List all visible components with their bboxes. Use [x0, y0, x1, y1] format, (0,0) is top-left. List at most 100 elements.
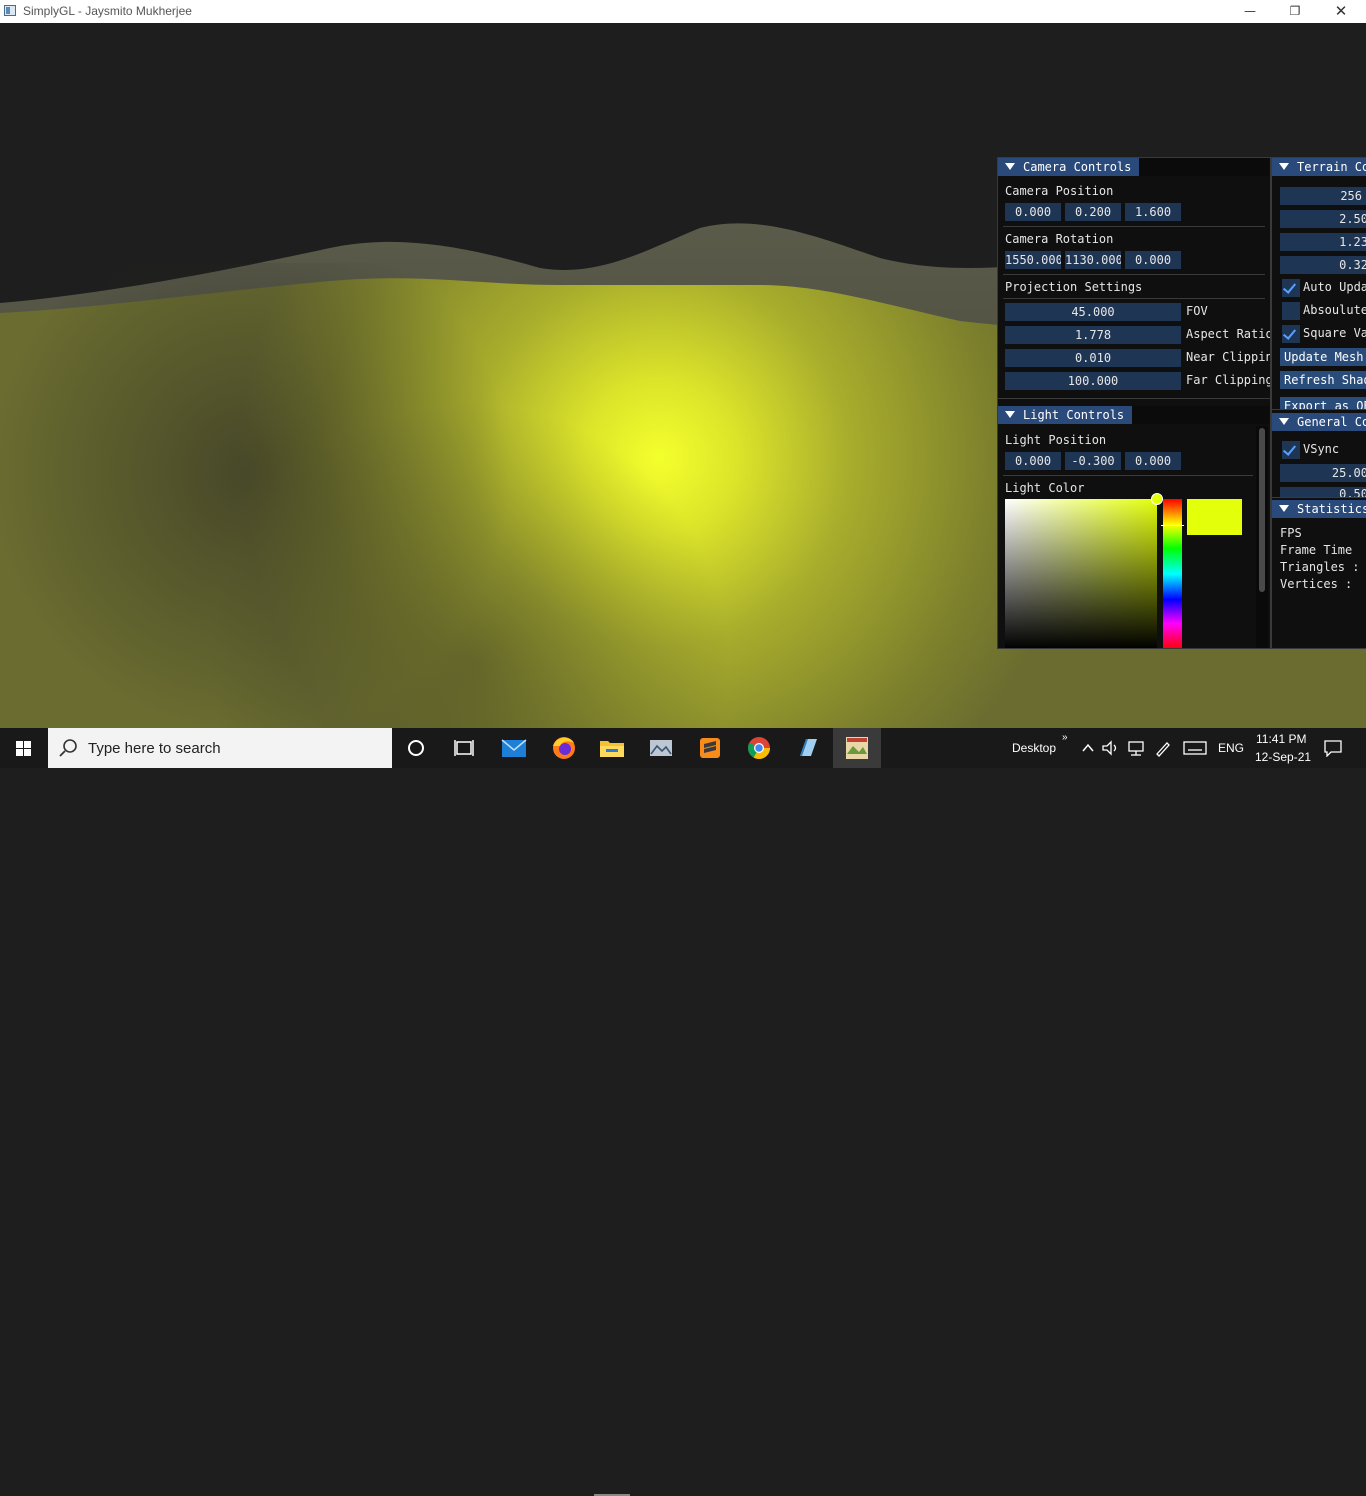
- dock-divider: [1272, 409, 1366, 410]
- light-color-label: Light Color: [1005, 481, 1085, 495]
- language-indicator[interactable]: ENG: [1218, 741, 1244, 755]
- auto-update-checkbox[interactable]: [1282, 279, 1300, 297]
- keyboard-icon[interactable]: [1183, 740, 1207, 756]
- chevron-more-icon[interactable]: »: [1062, 732, 1068, 743]
- far-clipping-label: Far Clipping: [1186, 373, 1271, 387]
- near-clipping-label: Near Clipping: [1186, 350, 1271, 364]
- light-color-swatch[interactable]: [1187, 499, 1242, 535]
- statistics-titlebar[interactable]: Statistics: [1272, 500, 1366, 518]
- cortana-button[interactable]: [392, 728, 440, 768]
- light-position-label: Light Position: [1005, 433, 1107, 447]
- camera-rotation-y-field[interactable]: 1130.000: [1065, 251, 1121, 269]
- general-value-field[interactable]: 25.00: [1280, 464, 1366, 482]
- statistics-title: Statistics: [1297, 502, 1366, 516]
- title-bar: SimplyGL - Jaysmito Mukherjee — ❐ ✕: [0, 0, 1366, 23]
- terrain-controls-titlebar[interactable]: Terrain Controls: [1272, 158, 1366, 176]
- clock-time[interactable]: 11:41 PM: [1256, 732, 1306, 746]
- check-icon: [1282, 442, 1297, 456]
- collapse-arrow-icon[interactable]: [1005, 411, 1015, 418]
- color-picker-handle[interactable]: [1151, 493, 1163, 505]
- chrome-app[interactable]: [735, 728, 783, 768]
- frame-time-stat: Frame Time: [1280, 543, 1353, 557]
- file-explorer-icon: [600, 741, 624, 757]
- show-desktop-button[interactable]: [1360, 728, 1366, 768]
- scrollbar-thumb[interactable]: [1259, 428, 1265, 592]
- light-controls-titlebar[interactable]: Light Controls: [998, 406, 1270, 424]
- close-button[interactable]: ✕: [1318, 0, 1364, 23]
- hue-slider-marker[interactable]: [1161, 525, 1184, 526]
- terrain-controls-window[interactable]: Terrain Controls 256 2.50 1.23 0.32 Auto…: [1271, 157, 1366, 649]
- volume-icon[interactable]: [1101, 739, 1121, 757]
- refresh-shaders-button[interactable]: Refresh Shaders: [1280, 371, 1366, 389]
- light-position-z-field[interactable]: 0.000: [1125, 452, 1181, 470]
- clock-date[interactable]: 12-Sep-21: [1255, 750, 1311, 764]
- scale-field[interactable]: 2.50: [1280, 210, 1366, 228]
- desktop-toolbar-label[interactable]: Desktop: [1012, 741, 1056, 755]
- general-controls-title: General Controls: [1297, 415, 1366, 429]
- network-icon[interactable]: [1126, 739, 1146, 757]
- chrome-icon: [748, 737, 770, 759]
- close-icon: ✕: [1334, 2, 1348, 20]
- separator: [1003, 226, 1265, 227]
- taskbar: Type here to search Desktop » ENG 11:41 …: [0, 728, 1366, 1496]
- minimize-icon: —: [1244, 4, 1256, 18]
- sublime-text-icon: [700, 738, 720, 758]
- light-position-x-field[interactable]: 0.000: [1005, 452, 1061, 470]
- strength-field[interactable]: 0.32: [1280, 256, 1366, 274]
- general-controls-titlebar[interactable]: General Controls: [1272, 413, 1366, 431]
- task-view-icon: [454, 740, 474, 756]
- pen-workspace-icon[interactable]: [1153, 739, 1173, 757]
- window-title: SimplyGL - Jaysmito Mukherjee: [23, 4, 192, 18]
- aspect-ratio-field[interactable]: 1.778: [1005, 326, 1181, 344]
- vsync-checkbox[interactable]: [1282, 441, 1300, 459]
- projection-settings-label: Projection Settings: [1005, 280, 1143, 294]
- terrain-app-icon: [846, 737, 868, 759]
- restore-button[interactable]: ❐: [1272, 0, 1318, 23]
- far-clipping-field[interactable]: 100.000: [1005, 372, 1181, 390]
- color-saturation-value-picker[interactable]: [1005, 499, 1157, 648]
- near-clipping-field[interactable]: 0.010: [1005, 349, 1181, 367]
- hue-slider[interactable]: [1163, 499, 1182, 648]
- export-obj-button[interactable]: Export as OBJ: [1280, 397, 1366, 409]
- firefox-app[interactable]: [540, 728, 588, 768]
- cortana-icon: [408, 740, 424, 756]
- terrain-controls-title: Terrain Controls: [1297, 160, 1366, 174]
- separator: [1003, 274, 1265, 275]
- notepad-app[interactable]: [784, 728, 832, 768]
- terrain-app[interactable]: [833, 728, 881, 768]
- search-box[interactable]: Type here to search: [48, 728, 392, 768]
- collapse-arrow-icon[interactable]: [1279, 505, 1289, 512]
- task-view-button[interactable]: [440, 728, 488, 768]
- camera-rotation-z-field[interactable]: 0.000: [1125, 251, 1181, 269]
- show-hidden-icons-icon[interactable]: [1080, 740, 1096, 756]
- mail-icon: [501, 739, 527, 757]
- camera-position-z-field[interactable]: 1.600: [1125, 203, 1181, 221]
- resolution-field[interactable]: 256: [1280, 187, 1366, 205]
- collapse-arrow-icon[interactable]: [1279, 163, 1289, 170]
- update-mesh-button[interactable]: Update Mesh: [1280, 348, 1366, 366]
- render-viewport[interactable]: Camera Controls Camera Position 0.000 0.…: [0, 23, 1366, 728]
- sublime-text-app[interactable]: [686, 728, 734, 768]
- collapse-arrow-icon[interactable]: [1005, 163, 1015, 170]
- camera-controls-window[interactable]: Camera Controls Camera Position 0.000 0.…: [997, 157, 1271, 649]
- minimize-button[interactable]: —: [1227, 0, 1273, 23]
- photos-app[interactable]: [637, 728, 685, 768]
- file-explorer-app[interactable]: [588, 728, 636, 768]
- square-value-checkbox[interactable]: [1282, 325, 1300, 343]
- general-value-field-2[interactable]: 0.50: [1280, 487, 1366, 497]
- start-button[interactable]: [0, 728, 48, 768]
- camera-position-y-field[interactable]: 0.200: [1065, 203, 1121, 221]
- collapse-arrow-icon[interactable]: [1279, 418, 1289, 425]
- frequency-field[interactable]: 1.23: [1280, 233, 1366, 251]
- light-position-y-field[interactable]: -0.300: [1065, 452, 1121, 470]
- camera-controls-titlebar[interactable]: Camera Controls: [998, 158, 1270, 176]
- camera-position-label: Camera Position: [1005, 184, 1114, 198]
- photos-icon: [650, 740, 672, 756]
- absolute-checkbox[interactable]: [1282, 302, 1300, 320]
- camera-rotation-x-field[interactable]: 1550.000: [1005, 251, 1061, 269]
- fov-field[interactable]: 45.000: [1005, 303, 1181, 321]
- mail-app[interactable]: [490, 728, 538, 768]
- notifications-icon[interactable]: [1323, 739, 1343, 757]
- scrollbar[interactable]: [1256, 426, 1268, 648]
- camera-position-x-field[interactable]: 0.000: [1005, 203, 1061, 221]
